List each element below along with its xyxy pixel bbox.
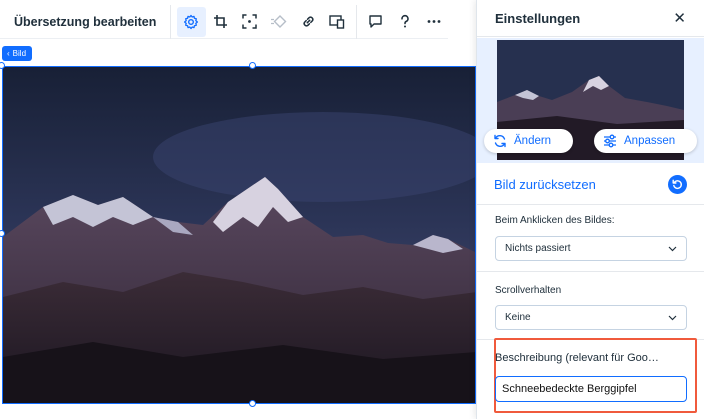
chevron-down-icon	[668, 315, 677, 320]
change-image-button[interactable]: Ändern	[484, 129, 573, 153]
element-tag[interactable]: ‹ Bild	[2, 46, 33, 61]
focal-point-icon	[242, 14, 258, 29]
help-button[interactable]	[391, 7, 419, 37]
reset-icon[interactable]	[668, 174, 687, 194]
responsive-button[interactable]	[323, 7, 351, 37]
link-icon	[303, 16, 314, 27]
toolbar-divider	[355, 4, 357, 39]
scroll-behavior-value: Keine	[505, 312, 531, 323]
comment-icon	[369, 15, 382, 28]
reset-image-label: Bild zurücksetzen	[494, 176, 596, 192]
crop-icon	[214, 15, 228, 28]
animation-button[interactable]	[265, 7, 293, 37]
click-action-value: Nichts passiert	[505, 243, 571, 254]
click-action-label: Beim Anklicken des Bildes:	[495, 215, 615, 226]
more-icon	[427, 20, 441, 23]
element-tag-label: Bild	[12, 49, 27, 58]
panel-header: Einstellungen ✕	[477, 0, 704, 37]
selected-image[interactable]	[2, 66, 476, 404]
resize-handle-top[interactable]	[249, 62, 256, 69]
change-image-label: Ändern	[514, 135, 552, 147]
section-divider	[477, 271, 704, 272]
close-icon[interactable]: ✕	[673, 11, 686, 26]
help-icon	[400, 14, 409, 28]
settings-panel: Einstellungen ✕ Ändern Anpassen Bild zur…	[476, 0, 704, 419]
edit-translation-button[interactable]: Übersetzung bearbeiten	[0, 4, 172, 39]
scroll-behavior-select[interactable]: Keine	[495, 305, 687, 330]
sliders-icon	[604, 134, 616, 148]
chevron-left-icon: ‹	[7, 49, 10, 58]
editor-canvas: Übersetzung bearbeiten ‹ Bild	[0, 0, 476, 419]
mountain-image	[3, 67, 475, 403]
scroll-behavior-label: Scrollverhalten	[495, 285, 562, 296]
comment-button[interactable]	[361, 7, 389, 37]
animation-icon	[271, 15, 287, 28]
focal-point-button[interactable]	[236, 7, 264, 37]
description-label: Beschreibung (relevant für Goo…	[495, 352, 659, 364]
adjust-image-button[interactable]: Anpassen	[594, 129, 697, 153]
settings-icon	[184, 14, 199, 29]
panel-title: Einstellungen	[495, 10, 581, 26]
more-button[interactable]	[420, 7, 448, 37]
adjust-image-label: Anpassen	[624, 135, 676, 147]
chevron-down-icon	[668, 246, 677, 251]
image-toolbar: Übersetzung bearbeiten	[0, 4, 448, 39]
resize-handle-bottom[interactable]	[249, 400, 256, 407]
settings-button[interactable]	[177, 6, 206, 37]
responsive-icon	[329, 15, 345, 29]
image-preview: Ändern Anpassen	[477, 38, 704, 163]
link-button[interactable]	[294, 7, 322, 37]
click-action-select[interactable]: Nichts passiert	[495, 236, 687, 261]
description-input[interactable]: Schneebedeckte Berggipfel	[495, 376, 687, 402]
reset-image-row[interactable]: Bild zurücksetzen	[477, 164, 704, 205]
refresh-icon	[494, 134, 506, 148]
crop-button[interactable]	[207, 7, 235, 37]
